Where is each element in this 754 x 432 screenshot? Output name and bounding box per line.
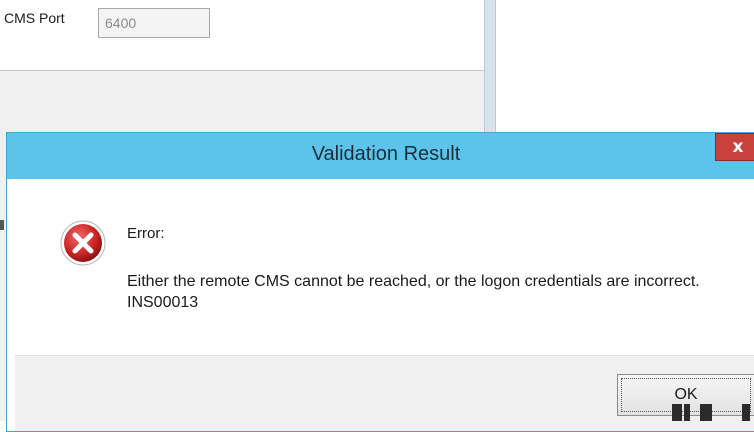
error-title: Error: — [127, 225, 165, 242]
cms-port-label: CMS Port — [4, 10, 65, 26]
close-button[interactable]: x — [715, 133, 754, 161]
background-label-fragment — [0, 220, 4, 230]
background-window: CMS Port — [0, 0, 496, 140]
error-icon — [60, 220, 106, 266]
dialog-titlebar[interactable]: Validation Result x — [7, 133, 754, 179]
watermark-fragment — [670, 404, 754, 421]
connection-settings-panel: CMS Port — [0, 0, 485, 71]
error-message: Either the remote CMS cannot be reached,… — [127, 273, 700, 311]
dialog-content: Error: Either the remote CMS cannot be r… — [15, 179, 754, 355]
validation-result-dialog: Validation Result x Error: Either the re… — [6, 132, 754, 432]
cms-port-input[interactable] — [98, 8, 210, 38]
dialog-footer: OK — [15, 355, 754, 431]
dialog-title: Validation Result — [311, 143, 461, 165]
window-border — [484, 0, 496, 140]
